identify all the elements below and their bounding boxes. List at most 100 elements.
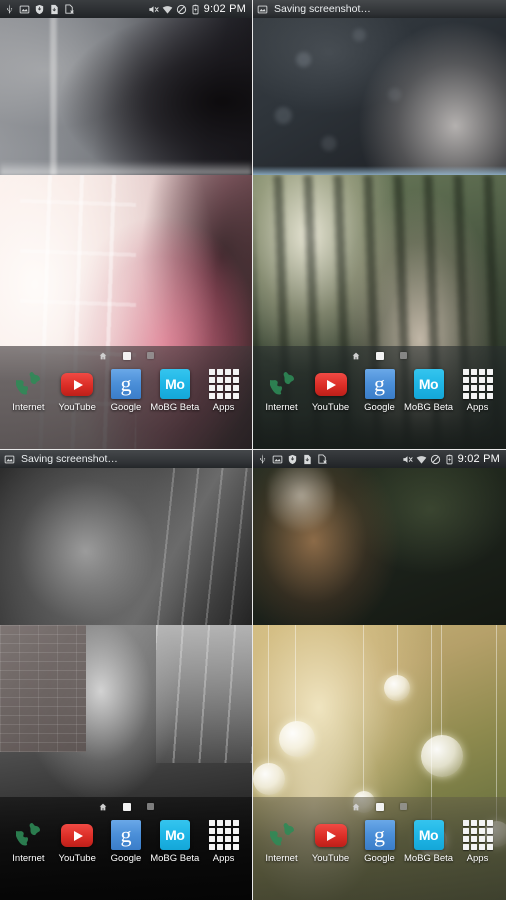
mobg-icon: Mo: [413, 368, 445, 400]
status-bar-clock: 9:02 PM: [457, 452, 500, 465]
screenshot-image-icon: [272, 454, 283, 465]
do-not-disturb-icon: [176, 4, 187, 15]
youtube-play-icon: [61, 819, 94, 851]
dock-item-youtube[interactable]: YouTube: [308, 819, 353, 864]
globe-icon: [12, 368, 45, 400]
page-indicator: [253, 797, 506, 813]
screenshot-image-icon: [4, 454, 15, 465]
page-square-inactive[interactable]: [146, 352, 154, 359]
dock-item-apps[interactable]: Apps: [455, 819, 500, 864]
dock-label-youtube: YouTube: [311, 853, 350, 864]
dock-label-apps: Apps: [212, 853, 235, 864]
page-square-active[interactable]: [122, 351, 131, 360]
dock-label-internet: Internet: [265, 402, 298, 413]
home-page-icon[interactable]: [99, 803, 107, 811]
google-g-glyph: g: [364, 369, 395, 399]
status-bar-top-right: Saving screenshot…: [253, 0, 506, 18]
dock-item-google[interactable]: g Google: [103, 819, 148, 864]
file-download-icon: [49, 4, 60, 15]
google-g-icon: g: [364, 819, 396, 851]
dock-label-apps: Apps: [466, 853, 489, 864]
dock-item-internet[interactable]: Internet: [6, 368, 51, 413]
status-bar-clock: 9:02 PM: [203, 2, 246, 15]
file-delete-icon: [317, 453, 328, 465]
home-screen-panel-top-left: 9:02 PM Internet YouTube g Google Mo MoB…: [0, 0, 253, 450]
dock-bottom-left: Internet YouTube g Google Mo MoBG Beta A…: [0, 797, 252, 900]
mobg-glyph: Mo: [413, 369, 444, 399]
status-bar-left-icons: [257, 453, 328, 465]
usb-icon: [4, 4, 15, 15]
home-page-icon[interactable]: [352, 803, 360, 811]
home-screen-panel-bottom-right: 9:02 PM Internet YouTube g Google Mo MoB…: [253, 450, 506, 900]
dock-item-google[interactable]: g Google: [357, 819, 402, 864]
wifi-icon: [416, 454, 427, 465]
google-g-glyph: g: [110, 820, 141, 850]
page-square-active[interactable]: [376, 351, 384, 360]
dock-row: Internet YouTube g Google Mo MoBG Beta A…: [0, 362, 252, 413]
dock-item-internet[interactable]: Internet: [259, 819, 304, 864]
home-page-icon[interactable]: [352, 352, 360, 360]
mobg-icon: Mo: [159, 368, 191, 400]
dock-item-youtube[interactable]: YouTube: [55, 819, 100, 864]
dock-label-internet: Internet: [265, 853, 298, 864]
dock-item-mobg-beta[interactable]: Mo MoBG Beta: [150, 368, 199, 413]
mute-vibrate-icon: [148, 4, 159, 15]
toast-message: Saving screenshot…: [21, 452, 118, 465]
page-indicator: [0, 797, 252, 813]
home-screen-panel-bottom-left: Saving screenshot… Internet YouTube g Go…: [0, 450, 253, 900]
mobg-icon: Mo: [159, 819, 191, 851]
dock-label-internet: Internet: [12, 402, 45, 413]
youtube-play-icon: [61, 368, 94, 400]
google-g-glyph: g: [364, 820, 395, 850]
apps-grid-icon: [208, 368, 240, 400]
dock-item-apps[interactable]: Apps: [201, 819, 246, 864]
home-page-icon[interactable]: [99, 352, 107, 360]
page-indicator: [253, 346, 506, 362]
globe-icon: [12, 819, 45, 851]
page-square-active[interactable]: [122, 802, 131, 811]
dock-item-google[interactable]: g Google: [357, 368, 402, 413]
page-square-inactive[interactable]: [146, 803, 154, 810]
dock-label-mobg-beta: MoBG Beta: [403, 402, 454, 413]
apps-grid-icon: [208, 819, 240, 851]
globe-icon: [265, 368, 298, 400]
page-square-active[interactable]: [376, 802, 384, 811]
dock-row: Internet YouTube g Google Mo MoBG Beta A…: [0, 813, 252, 864]
dock-label-youtube: YouTube: [58, 402, 96, 413]
screenshot-image-icon: [19, 4, 30, 15]
wallpaper-top-right-upper: [253, 0, 506, 175]
shield-download-icon: [34, 4, 45, 15]
dock-item-apps[interactable]: Apps: [455, 368, 500, 413]
mobg-glyph: Mo: [159, 369, 190, 399]
dock-item-apps[interactable]: Apps: [201, 368, 246, 413]
page-indicator: [0, 346, 252, 362]
file-delete-icon: [64, 3, 75, 15]
apps-grid-icon: [462, 368, 494, 400]
google-g-icon: g: [110, 368, 142, 400]
globe-icon: [265, 819, 298, 851]
status-bar-bottom-left: Saving screenshot…: [0, 450, 252, 468]
status-bar-left-icons: [4, 3, 75, 15]
dock-label-google: Google: [110, 853, 142, 864]
dock-item-mobg-beta[interactable]: Mo MoBG Beta: [150, 819, 199, 864]
wifi-icon: [162, 4, 173, 15]
dock-label-apps: Apps: [466, 402, 489, 413]
dock-item-internet[interactable]: Internet: [6, 819, 51, 864]
mute-vibrate-icon: [402, 454, 413, 465]
do-not-disturb-icon: [430, 454, 441, 465]
page-square-inactive[interactable]: [400, 352, 407, 359]
dock-item-mobg-beta[interactable]: Mo MoBG Beta: [404, 819, 453, 864]
apps-grid-icon: [462, 819, 494, 851]
dock-label-google: Google: [364, 402, 395, 413]
dock-item-mobg-beta[interactable]: Mo MoBG Beta: [403, 368, 454, 413]
dock-label-internet: Internet: [12, 853, 45, 864]
status-bar-right-icons: 9:02 PM: [148, 2, 248, 15]
dock-item-youtube[interactable]: YouTube: [308, 368, 353, 413]
page-square-inactive[interactable]: [400, 803, 407, 810]
dock-item-google[interactable]: g Google: [103, 368, 148, 413]
dock-item-youtube[interactable]: YouTube: [55, 368, 100, 413]
dock-row: Internet YouTube g Google Mo MoBG Beta A…: [253, 813, 506, 864]
status-bar-bottom-right: 9:02 PM: [253, 450, 506, 468]
toast-message: Saving screenshot…: [274, 2, 371, 15]
dock-item-internet[interactable]: Internet: [259, 368, 304, 413]
